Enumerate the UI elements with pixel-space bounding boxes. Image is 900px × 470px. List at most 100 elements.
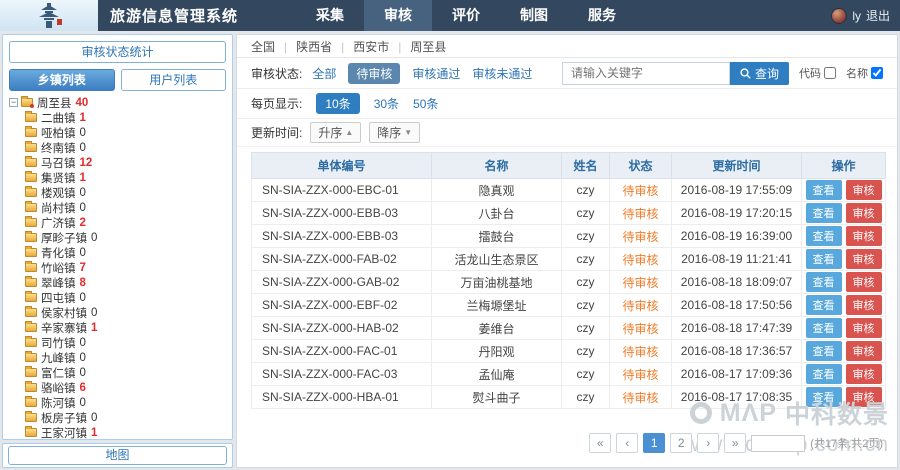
- tree-item-town[interactable]: 厚畛子镇 0: [9, 230, 226, 245]
- table-row[interactable]: SN-SIA-ZZX-000-GAB-02 万亩油桃基地 czy 待审核 2016-08…: [251, 270, 886, 294]
- status-filter-pending[interactable]: 待审核: [348, 62, 401, 84]
- view-button[interactable]: 查看: [805, 387, 842, 407]
- tree-item-town[interactable]: 辛家寨镇 1: [9, 320, 226, 335]
- tree-item-town[interactable]: 富仁镇 0: [9, 365, 226, 380]
- breadcrumb-province[interactable]: 陕西省: [275, 38, 332, 55]
- search-button[interactable]: 查询: [729, 61, 789, 85]
- table-row[interactable]: SN-SIA-ZZX-000-FAB-02 活龙山生态景区 czy 待审核 2016-0…: [251, 247, 886, 271]
- top-navbar: 旅游信息管理系统 采集 审核 评价 制图 服务 ly 退出: [0, 0, 900, 31]
- user-name[interactable]: ly: [852, 9, 861, 23]
- tree-item-town[interactable]: 侯家村镇 0: [9, 305, 226, 320]
- tree-item-town[interactable]: 九峰镇 0: [9, 350, 226, 365]
- status-filter-failed[interactable]: 审核未通过: [472, 65, 532, 82]
- view-button[interactable]: 查看: [805, 249, 842, 269]
- page-size-50[interactable]: 50条: [413, 95, 438, 112]
- town-icon: [25, 426, 37, 437]
- view-button[interactable]: 查看: [805, 295, 842, 315]
- status-filter-passed[interactable]: 审核通过: [412, 65, 460, 82]
- breadcrumb-country[interactable]: 全国: [251, 38, 275, 55]
- user-area: ly 退出: [831, 7, 900, 24]
- review-button[interactable]: 审核: [845, 341, 882, 361]
- table-row[interactable]: SN-SIA-ZZX-000-EBF-02 兰梅塬堡址 czy 待审核 2016-08-…: [251, 293, 886, 317]
- breadcrumb-city[interactable]: 西安市: [332, 38, 389, 55]
- name-checkbox-group: 名称: [846, 65, 883, 81]
- tree-item-town[interactable]: 板房子镇 0: [9, 410, 226, 425]
- table-row[interactable]: SN-SIA-ZZX-000-FAC-03 孟仙庵 czy 待审核 2016-08-17…: [251, 362, 886, 386]
- review-button[interactable]: 审核: [845, 226, 882, 246]
- tree-item-town[interactable]: 王家河镇 1: [9, 425, 226, 439]
- tree-item-town[interactable]: 马召镇 12: [9, 155, 226, 170]
- review-button[interactable]: 审核: [845, 364, 882, 384]
- tree-item-town[interactable]: 翠峰镇 8: [9, 275, 226, 290]
- page-jump-input[interactable]: [751, 434, 806, 452]
- search-input[interactable]: [561, 61, 730, 85]
- collapse-icon[interactable]: −: [9, 98, 18, 107]
- table-row[interactable]: SN-SIA-ZZX-000-HAB-02 姜维台 czy 待审核 2016-08-18…: [251, 316, 886, 340]
- table-row[interactable]: SN-SIA-ZZX-000-EBB-03 八卦台 czy 待审核 2016-08-19…: [251, 201, 886, 225]
- review-button[interactable]: 审核: [845, 180, 882, 200]
- tree-item-town[interactable]: 二曲镇 1: [9, 110, 226, 125]
- first-page-button[interactable]: «: [589, 433, 612, 453]
- tree-item-town[interactable]: 集贤镇 1: [9, 170, 226, 185]
- tree-item-town[interactable]: 尚村镇 0: [9, 200, 226, 215]
- tree-item-town[interactable]: 竹峪镇 7: [9, 260, 226, 275]
- menu-item-collect[interactable]: 采集: [296, 0, 364, 31]
- table-row[interactable]: SN-SIA-ZZX-000-EBB-03 擂鼓台 czy 待审核 2016-08-19…: [251, 224, 886, 248]
- sort-asc-button[interactable]: 升序 ▲: [310, 122, 362, 143]
- view-button[interactable]: 查看: [805, 341, 842, 361]
- name-checkbox[interactable]: [871, 67, 883, 79]
- tab-user-list[interactable]: 用户列表: [120, 69, 226, 91]
- app-logo[interactable]: [0, 0, 98, 31]
- view-button[interactable]: 查看: [805, 364, 842, 384]
- page-size-10[interactable]: 10条: [316, 93, 360, 114]
- review-button[interactable]: 审核: [845, 318, 882, 338]
- tree-item-county[interactable]: − 周至县 40: [9, 95, 226, 110]
- map-button[interactable]: 地图: [8, 446, 227, 465]
- menu-item-evaluate[interactable]: 评价: [432, 0, 500, 31]
- town-icon: [25, 306, 37, 317]
- sort-desc-button[interactable]: 降序 ▼: [369, 122, 421, 143]
- table-row[interactable]: SN-SIA-ZZX-000-EBC-01 隐真观 czy 待审核 2016-08-19…: [251, 178, 886, 202]
- view-button[interactable]: 查看: [805, 180, 842, 200]
- review-stats-button[interactable]: 审核状态统计: [9, 41, 226, 63]
- tree-item-town[interactable]: 广济镇 2: [9, 215, 226, 230]
- tree-item-town[interactable]: 终南镇 0: [9, 140, 226, 155]
- col-header-name: 名称: [431, 152, 562, 179]
- review-button[interactable]: 审核: [845, 295, 882, 315]
- view-button[interactable]: 查看: [805, 226, 842, 246]
- tree-item-town[interactable]: 青化镇 0: [9, 245, 226, 260]
- user-avatar[interactable]: [831, 7, 848, 24]
- table-row[interactable]: SN-SIA-ZZX-000-FAC-01 丹阳观 czy 待审核 2016-08-18…: [251, 339, 886, 363]
- prev-page-button[interactable]: ‹: [616, 433, 639, 453]
- logout-button[interactable]: 退出: [866, 7, 890, 24]
- tree-item-town[interactable]: 陈河镇 0: [9, 395, 226, 410]
- town-icon: [25, 366, 37, 377]
- review-button[interactable]: 审核: [845, 203, 882, 223]
- tab-town-list[interactable]: 乡镇列表: [9, 69, 115, 91]
- tree-item-town[interactable]: 四屯镇 0: [9, 290, 226, 305]
- sort-label: 更新时间:: [251, 126, 303, 140]
- table-row[interactable]: SN-SIA-ZZX-000-HBA-01 熨斗曲子 czy 待审核 2016-08-1…: [251, 385, 886, 409]
- page-2-button[interactable]: 2: [670, 433, 693, 453]
- last-page-button[interactable]: »: [724, 433, 747, 453]
- page-1-button[interactable]: 1: [643, 433, 666, 453]
- breadcrumb-county[interactable]: 周至县: [389, 38, 446, 55]
- tree-item-town[interactable]: 哑柏镇 0: [9, 125, 226, 140]
- tree-item-town[interactable]: 楼观镇 0: [9, 185, 226, 200]
- view-button[interactable]: 查看: [805, 203, 842, 223]
- view-button[interactable]: 查看: [805, 272, 842, 292]
- menu-item-review[interactable]: 审核: [364, 0, 433, 31]
- view-button[interactable]: 查看: [805, 318, 842, 338]
- review-button[interactable]: 审核: [845, 249, 882, 269]
- code-checkbox[interactable]: [824, 67, 836, 79]
- review-button[interactable]: 审核: [845, 387, 882, 407]
- status-filter-all[interactable]: 全部: [312, 65, 336, 82]
- page-size-30[interactable]: 30条: [374, 95, 399, 112]
- next-page-button[interactable]: ›: [697, 433, 720, 453]
- county-icon: [21, 96, 34, 108]
- review-button[interactable]: 审核: [845, 272, 882, 292]
- tree-item-town[interactable]: 骆峪镇 6: [9, 380, 226, 395]
- menu-item-mapping[interactable]: 制图: [500, 0, 568, 31]
- menu-item-service[interactable]: 服务: [568, 0, 636, 31]
- tree-item-town[interactable]: 司竹镇 0: [9, 335, 226, 350]
